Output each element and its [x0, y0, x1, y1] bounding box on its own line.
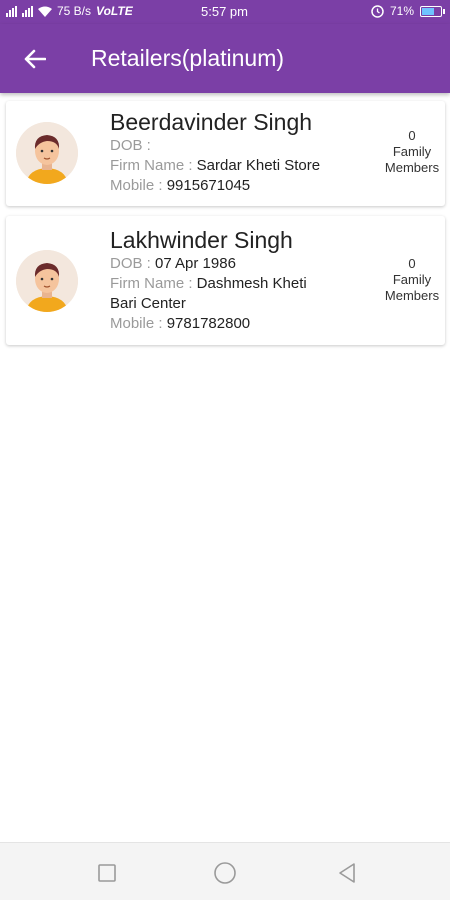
recents-button[interactable] [94, 860, 120, 886]
page-title: Retailers(platinum) [91, 45, 285, 71]
dob-label: DOB : [110, 255, 151, 272]
person-avatar-icon [16, 122, 78, 184]
retailer-card[interactable]: Lakhwinder Singh DOB : 07 Apr 1986 Firm … [6, 216, 445, 345]
mobile-row: Mobile : 9781782800 [110, 314, 360, 334]
firm-row: Firm Name : Dashmesh Kheti [110, 274, 360, 294]
signal-icon-2 [22, 5, 33, 17]
home-button[interactable] [212, 860, 238, 886]
wifi-icon [38, 6, 52, 17]
retailer-name: Beerdavinder Singh [110, 109, 313, 135]
family-label: Family [392, 144, 432, 159]
family-label: Family [392, 272, 432, 287]
retailer-card[interactable]: Beerdavinder Singh DOB : Firm Name : Sar… [6, 101, 445, 206]
battery-fill [422, 7, 434, 15]
firm-label: Firm Name : [110, 157, 193, 174]
retailer-info: Lakhwinder Singh DOB : 07 Apr 1986 Firm … [110, 227, 360, 334]
person-avatar-icon [16, 250, 78, 312]
dob-label: DOB : [110, 137, 151, 154]
triangle-back-icon [339, 863, 355, 883]
dob-row: DOB : 07 Apr 1986 [110, 254, 360, 274]
mobile-value: 9781782800 [166, 315, 251, 332]
firm-label: Firm Name : [110, 275, 193, 292]
status-left: 75 B/s VoLTE [6, 4, 133, 18]
back-button[interactable] [20, 44, 50, 74]
mobile-value: 9915671045 [166, 177, 251, 194]
avatar [16, 122, 78, 184]
battery-icon [420, 5, 445, 17]
family-count: 0 [408, 256, 416, 271]
firm-value: Sardar Kheti Store [196, 157, 321, 174]
dob-value: 07 Apr 1986 [155, 255, 236, 272]
retailer-name: Lakhwinder Singh [110, 227, 293, 253]
circle-icon [214, 862, 236, 884]
battery-percent: 71% [389, 4, 414, 18]
dob-row: DOB : [110, 136, 360, 156]
square-icon [98, 864, 116, 882]
family-members: 0 Family Members [379, 128, 445, 176]
arrow-left-icon [24, 49, 46, 69]
signal-icon [6, 5, 17, 17]
mobile-label: Mobile : [110, 315, 163, 332]
mobile-label: Mobile : [110, 177, 163, 194]
firm-value: Dashmesh Kheti [196, 275, 307, 292]
back-nav-button[interactable] [334, 860, 360, 886]
firm-row-cont: Bari Center [110, 295, 186, 312]
status-right: 71% [371, 4, 445, 18]
family-count: 0 [408, 128, 416, 143]
avatar [16, 250, 78, 312]
volte-badge: VoLTE [96, 4, 133, 18]
alarm-icon [371, 4, 384, 18]
members-label: Members [384, 288, 440, 303]
clock: 5:57 pm [201, 4, 248, 19]
members-label: Members [384, 160, 440, 175]
firm-row: Firm Name : Sardar Kheti Store [110, 156, 360, 176]
retailer-info: Beerdavinder Singh DOB : Firm Name : Sar… [110, 109, 360, 196]
mobile-row: Mobile : 9915671045 [110, 176, 360, 196]
app-bar: Retailers(platinum) [0, 24, 450, 93]
status-bar: 75 B/s VoLTE 5:57 pm 71% [0, 0, 450, 24]
network-speed: 75 B/s [57, 4, 92, 18]
family-members: 0 Family Members [379, 256, 445, 304]
system-nav-bar [0, 842, 450, 900]
